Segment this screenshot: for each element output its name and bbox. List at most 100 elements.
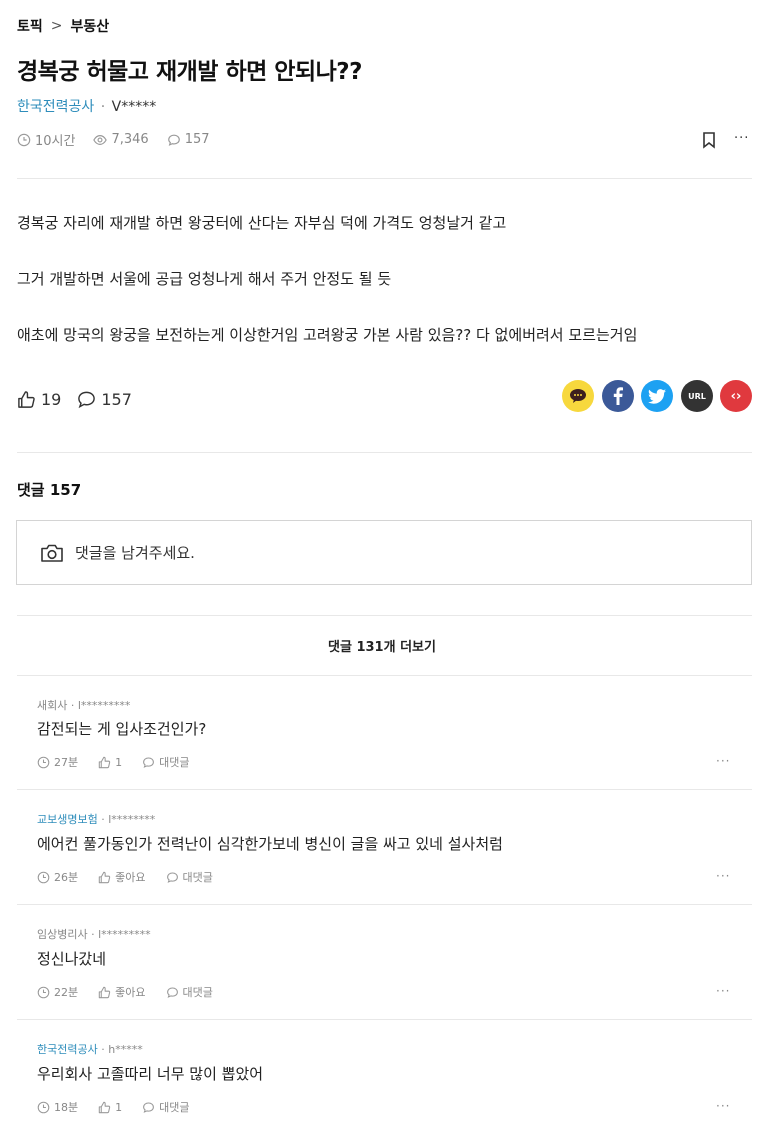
comment-time: 22분 xyxy=(37,984,78,1000)
comment-icon xyxy=(143,757,155,768)
post-more-button[interactable]: ··· xyxy=(734,131,749,146)
divider xyxy=(17,178,752,179)
comment-like-button[interactable]: 좋아요 xyxy=(98,984,146,1000)
divider xyxy=(17,1019,752,1020)
comment-author-separator: · xyxy=(101,813,105,826)
comment-like-button[interactable]: 좋아요 xyxy=(98,869,146,885)
comment-nickname: l********* xyxy=(77,699,131,712)
share-embed-button[interactable]: ‹› xyxy=(720,380,752,412)
divider xyxy=(17,675,752,676)
clock-icon xyxy=(37,986,50,998)
comment-time: 26분 xyxy=(37,869,78,885)
post-paragraph: 그거 개발하면 서울에 공급 엉청나게 해서 주거 안정도 될 듯 xyxy=(17,270,392,288)
comments-heading: 댓글 157 xyxy=(17,481,82,499)
like-count: 19 xyxy=(41,390,62,409)
comment-text: 정신나갔네 xyxy=(37,950,107,968)
thumbs-up-icon xyxy=(98,986,111,998)
post-time: 10시간 xyxy=(17,130,75,149)
post-views-value: 7,346 xyxy=(111,132,149,147)
comment-time: 27분 xyxy=(37,754,78,770)
thumbs-up-icon xyxy=(98,1101,111,1113)
author-nickname: V***** xyxy=(111,99,157,115)
comment-time-value: 27분 xyxy=(54,756,79,769)
comment-time-value: 18분 xyxy=(54,1101,79,1114)
comment-author-separator: · xyxy=(70,699,75,712)
comment-company[interactable]: 교보생명보험 xyxy=(37,813,98,826)
comment-like-label: 좋아요 xyxy=(115,986,146,999)
comment-like-button[interactable]: 1 xyxy=(98,1101,122,1114)
share-url-button[interactable]: URL xyxy=(681,380,713,412)
comment-icon xyxy=(166,872,178,883)
comment-author-separator: · xyxy=(101,1043,105,1056)
comment-reply-button[interactable]: 대댓글 xyxy=(142,754,190,770)
bookmark-icon[interactable] xyxy=(702,131,716,149)
comment-more-button[interactable]: ··· xyxy=(716,984,730,998)
comment-time-value: 26분 xyxy=(54,871,79,884)
comment-reply-button[interactable]: 대댓글 xyxy=(142,1099,190,1115)
comment-company[interactable]: 새회사 xyxy=(37,699,67,712)
comment-meta: 22분 좋아요 대댓글 xyxy=(37,984,213,1000)
comment-meta: 27분 1 대댓글 xyxy=(37,754,190,770)
like-button[interactable]: 19 xyxy=(17,390,61,409)
chevron-right-icon: > xyxy=(50,18,63,34)
divider xyxy=(17,452,752,453)
comment-author: 새회사 · l********* xyxy=(37,697,130,713)
share-kakao-button[interactable] xyxy=(562,380,594,412)
breadcrumb-root[interactable]: 토픽 xyxy=(17,16,43,36)
clock-icon xyxy=(37,756,50,768)
comment-more-button[interactable]: ··· xyxy=(716,869,730,883)
comment-text: 우리회사 고졸따리 너무 많이 뽑았어 xyxy=(37,1065,264,1083)
post-title: 경복궁 허물고 재개발 하면 안되나?? xyxy=(17,59,362,85)
twitter-icon xyxy=(648,388,666,404)
thumbs-up-icon xyxy=(98,871,111,883)
comment-like-label: 1 xyxy=(115,1100,123,1114)
comment-company[interactable]: 한국전력공사 xyxy=(37,1043,98,1056)
comment-nickname: h***** xyxy=(108,1043,143,1056)
divider xyxy=(17,789,752,790)
share-facebook-button[interactable] xyxy=(602,380,634,412)
divider xyxy=(17,615,752,616)
comment-icon xyxy=(167,134,180,146)
comment-more-button[interactable]: ··· xyxy=(716,1099,730,1113)
breadcrumb-current[interactable]: 부동산 xyxy=(71,16,110,36)
comment-author-separator: · xyxy=(91,928,95,941)
comment-reply-button[interactable]: 대댓글 xyxy=(166,984,213,1000)
author-separator: · xyxy=(100,99,106,115)
comment-reply-button[interactable]: 대댓글 xyxy=(166,869,213,885)
comment-company[interactable]: 임상병리사 xyxy=(37,928,88,941)
comment-reply-label: 대댓글 xyxy=(182,986,213,999)
comment-author: 한국전력공사 · h***** xyxy=(37,1041,143,1057)
post-reactions: 19 157 xyxy=(17,390,132,409)
post-author: 한국전력공사 · V***** xyxy=(17,96,156,116)
more-comments-button[interactable]: 댓글 131개 더보기 xyxy=(0,636,764,655)
clock-icon xyxy=(37,871,50,883)
comment-icon xyxy=(166,987,178,998)
comment-button[interactable]: 157 xyxy=(77,390,132,409)
post-comments: 157 xyxy=(167,132,210,147)
comment-reply-label: 대댓글 xyxy=(182,871,213,884)
comment-input-placeholder: 댓글을 남겨주세요. xyxy=(75,544,195,562)
comment-like-label: 좋아요 xyxy=(115,871,146,884)
comment-reply-label: 대댓글 xyxy=(159,1101,190,1114)
comment-input[interactable]: 댓글을 남겨주세요. xyxy=(16,520,752,585)
comment-reply-label: 대댓글 xyxy=(159,756,190,769)
comment-like-button[interactable]: 1 xyxy=(98,756,122,769)
comment-text: 에어컨 풀가동인가 전력난이 심각한가보네 병신이 글을 싸고 있네 설사처럼 xyxy=(37,835,503,853)
comment-author: 임상병리사 · l********* xyxy=(37,926,151,942)
clock-icon xyxy=(37,1101,50,1113)
comment-time: 18분 xyxy=(37,1099,78,1115)
share-twitter-button[interactable] xyxy=(641,380,673,412)
camera-icon[interactable] xyxy=(41,544,63,562)
divider xyxy=(17,904,752,905)
post-paragraph: 경복궁 자리에 재개발 하면 왕궁터에 산다는 자부심 덕에 가격도 엉청날거 … xyxy=(17,214,507,232)
comment-icon xyxy=(143,1102,155,1113)
post-time-value: 10시간 xyxy=(35,134,76,149)
eye-icon xyxy=(93,134,108,145)
facebook-icon xyxy=(613,387,623,405)
breadcrumb: 토픽 > 부동산 xyxy=(17,16,109,36)
post-views: 7,346 xyxy=(93,132,149,147)
thumbs-up-icon xyxy=(98,756,111,768)
author-company[interactable]: 한국전력공사 xyxy=(17,99,94,115)
comment-icon xyxy=(78,391,96,409)
comment-more-button[interactable]: ··· xyxy=(716,754,730,768)
